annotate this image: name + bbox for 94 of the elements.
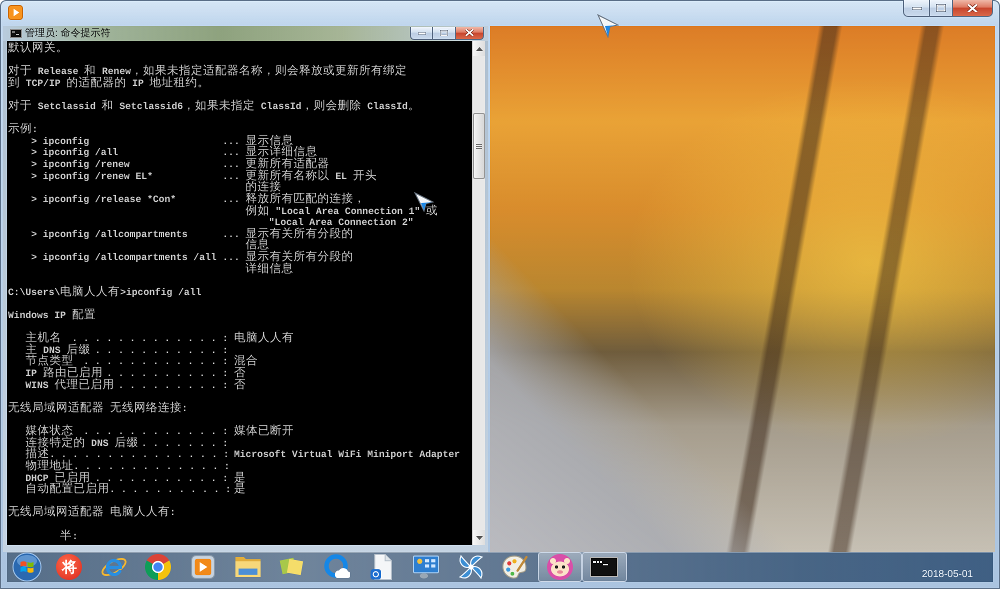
start-icon — [12, 552, 42, 582]
description-text: 更新所有适配器 — [246, 159, 330, 171]
config-value: 是 — [234, 484, 246, 496]
console-text: 到 TCP/IP 的适配器的 IP 地址租约。 — [8, 78, 210, 90]
maximize-icon — [440, 30, 448, 36]
command-text: > ipconfig /allcompartments /all — [31, 252, 217, 264]
window-title: 管理员: 命令提示符 — [25, 27, 111, 40]
ring-cloud-icon — [324, 554, 350, 580]
minimize-icon — [912, 6, 922, 10]
scroll-up-button[interactable] — [473, 41, 485, 56]
description-text: 例如 "Local Area Connection 1" 或 — [246, 206, 438, 218]
minimize-icon — [418, 32, 426, 34]
leader-dots: ... — [222, 228, 240, 240]
close-icon — [465, 29, 474, 37]
leader-dots: ... — [222, 159, 240, 171]
config-label: IP 路由已启用 — [25, 368, 103, 380]
maximize-icon — [936, 4, 946, 12]
leader-dots: . . . . . . . . . . . . . : — [72, 333, 228, 344]
cartoon-face-icon — [546, 554, 573, 580]
command-text: > ipconfig /renew EL* — [31, 170, 153, 182]
play-icon — [8, 5, 23, 20]
leader-dots: . . . . . . . . . . : — [109, 484, 232, 496]
console-text: 半: — [60, 530, 78, 542]
tricolor-circle-icon — [145, 554, 172, 580]
command-text: > ipconfig /all — [31, 147, 118, 160]
command-text: > ipconfig /release *Con* — [31, 194, 176, 206]
console-text: 对于 Setclassid 和 Setclassid6，如果未指定 ClassId，则会删除 ClassId。 — [8, 101, 420, 113]
config-label: WINS 代理已启用 — [25, 380, 114, 392]
minimize-button[interactable] — [410, 27, 432, 40]
console-text: 默认网关。 — [8, 43, 68, 55]
down-arrow-icon — [476, 536, 482, 540]
monitor-panel-icon — [413, 555, 440, 579]
leader-dots: . . . . . . . : — [141, 438, 228, 450]
leader-dots: . . . . . . . . . . . . . : — [73, 460, 230, 472]
cursor-icon — [597, 14, 619, 38]
maximize-button[interactable] — [929, 0, 952, 17]
command-text: > ipconfig — [31, 136, 90, 148]
description-text: 释放所有匹配的连接， — [246, 194, 366, 206]
leader-dots: . . . . . . . . . . . : — [94, 344, 228, 356]
config-label: 媒体状态 — [25, 426, 74, 438]
config-value: 媒体已断开 — [234, 426, 294, 438]
leader-dots: ... — [222, 252, 240, 264]
leader-dots: ... — [222, 170, 240, 182]
scroll-thumb[interactable] — [473, 113, 485, 179]
maximize-button[interactable] — [432, 27, 455, 40]
leader-dots: ... — [222, 194, 240, 206]
play-icon — [191, 555, 216, 579]
leader-dots: . . . . . . . . . . . . : — [83, 356, 228, 368]
console-icon — [590, 557, 618, 577]
console-text: 无线局域网适配器 无线网络连接: — [8, 402, 188, 414]
config-value: 否 — [234, 380, 246, 392]
command-text: > ipconfig /renew — [31, 159, 130, 171]
grip-icon — [476, 144, 482, 148]
minimize-button[interactable] — [903, 0, 929, 17]
folder-icon — [234, 556, 261, 578]
config-value: 否 — [234, 368, 246, 380]
leader-dots: . . . . . . . . . . : — [106, 368, 228, 380]
leader-dots: . . . . . . . . . : — [118, 380, 228, 392]
taskbar-button[interactable]: 将 — [56, 554, 82, 580]
config-label: 主机名 — [25, 333, 62, 345]
leader-dots: . . . . . . . . . . . . . . . : — [49, 449, 230, 460]
leader-dots: ... — [222, 136, 240, 148]
config-value: 混合 — [234, 356, 258, 368]
pinwheel-icon — [458, 554, 484, 580]
palette-icon — [502, 555, 528, 579]
description-text: "Local Area Connection 2" — [268, 217, 414, 228]
config-value: Microsoft Virtual WiFi Miniport Adapter — [234, 449, 460, 461]
taskbar-button[interactable] — [582, 552, 627, 582]
up-arrow-icon — [476, 46, 482, 50]
console-text: Windows IP 配置 — [8, 310, 96, 322]
scroll-down-button[interactable] — [473, 530, 485, 545]
document-icon — [370, 554, 392, 580]
leader-dots: . . . . . . . . . . . : — [94, 472, 228, 484]
config-label: 自动配置已启用 — [25, 484, 110, 496]
description-text: 详细信息 — [246, 264, 294, 276]
command-text: > ipconfig /allcompartments — [31, 228, 188, 240]
console-text: 示例: — [8, 124, 38, 136]
sticky-notes-icon — [279, 556, 306, 578]
leader-dots: ... — [222, 147, 240, 160]
config-value: 是 — [234, 472, 246, 484]
config-label: 描述 — [25, 449, 50, 461]
leader-dots: . . . . . . . . . . . . : — [83, 426, 228, 438]
close-button[interactable] — [455, 27, 484, 40]
console-text: 对于 Release 和 Renew，如果未指定适配器名称，则会释放或更新所有绑定 — [8, 66, 407, 78]
console-text: 无线局域网适配器 电脑人人有: — [8, 507, 176, 519]
config-value: 电脑人人有 — [234, 333, 294, 345]
console-text: C:\Users\电脑人人有>ipconfig /all — [8, 286, 202, 298]
clock-date: 2018-05-01 — [922, 569, 973, 581]
description-text: 的连接 — [246, 182, 282, 194]
close-button[interactable] — [952, 0, 993, 17]
description-text: 信息 — [246, 240, 270, 252]
console-icon — [10, 29, 22, 38]
config-label: 物理地址 — [25, 460, 74, 473]
close-icon — [967, 4, 978, 12]
